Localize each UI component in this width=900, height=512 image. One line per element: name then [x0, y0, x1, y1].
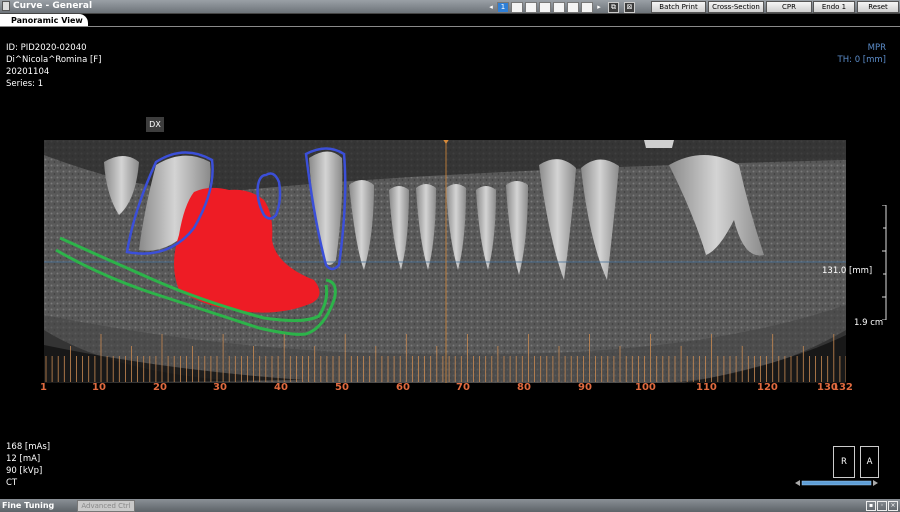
- page-7[interactable]: [581, 1, 593, 13]
- kvp-value: 90 [kVp]: [6, 466, 43, 476]
- window-icon: [2, 0, 10, 11]
- settings-icon[interactable]: ◦: [877, 501, 887, 511]
- page-4[interactable]: [539, 1, 551, 13]
- tick-120: 120: [757, 382, 778, 393]
- tick-100: 100: [635, 382, 656, 393]
- ma-value: 12 [mA]: [6, 454, 41, 464]
- advanced-ctrl-button[interactable]: Advanced Ctrl: [77, 500, 135, 512]
- patient-info: ID: PID2020-02040 Di^Nicola^Romina [F] 2…: [6, 42, 102, 90]
- view-info: MPR TH: 0 [mm]: [838, 42, 886, 66]
- bottom-bar: Fine Tuning Advanced Ctrl ▪ ◦ ×: [0, 499, 900, 512]
- cross-section-button[interactable]: Cross-Section: [708, 1, 764, 13]
- batch-print-button[interactable]: Batch Print: [651, 1, 706, 13]
- view-mode: MPR: [867, 43, 886, 53]
- series-number: Series: 1: [6, 79, 44, 89]
- close-layout-icon[interactable]: ⊠: [624, 1, 635, 13]
- thickness-slider[interactable]: [795, 479, 878, 487]
- tab-divider: [0, 26, 900, 27]
- mas-value: 168 [mAs]: [6, 442, 51, 452]
- tick-80: 80: [517, 382, 531, 393]
- page-5[interactable]: [553, 1, 565, 13]
- endo-button[interactable]: Endo 1: [813, 1, 855, 13]
- prev-page-icon[interactable]: ◂: [487, 2, 495, 12]
- dx-side-label: DX: [146, 117, 164, 132]
- acquisition-info: 168 [mAs] 12 [mA] 90 [kVp] CT: [6, 441, 50, 489]
- orientation-anterior: A: [860, 446, 879, 478]
- position-readout: 131.0 [mm]: [822, 266, 873, 276]
- cpr-button[interactable]: CPR: [766, 1, 812, 13]
- lock-icon[interactable]: ▪: [866, 501, 876, 511]
- reset-button[interactable]: Reset: [857, 1, 899, 13]
- patient-name: Di^Nicola^Romina [F]: [6, 55, 102, 65]
- tick-90: 90: [578, 382, 592, 393]
- page-6[interactable]: [567, 1, 579, 13]
- fine-tuning-label[interactable]: Fine Tuning: [2, 499, 54, 512]
- patient-id: ID: PID2020-02040: [6, 43, 87, 53]
- tick-70: 70: [456, 382, 470, 393]
- tick-30: 30: [213, 382, 227, 393]
- tick-40: 40: [274, 382, 288, 393]
- page-3[interactable]: [525, 1, 537, 13]
- window-title: Curve - General: [2, 0, 92, 13]
- orientation-right: R: [833, 446, 855, 478]
- ruler-ticks: [45, 334, 846, 382]
- modality: CT: [6, 478, 18, 488]
- tick-132: 132: [832, 382, 853, 393]
- tick-110: 110: [696, 382, 717, 393]
- close-icon[interactable]: ×: [888, 501, 898, 511]
- tick-1: 1: [40, 382, 47, 393]
- tick-50: 50: [335, 382, 349, 393]
- layout-icon[interactable]: ⧉: [608, 1, 619, 13]
- next-page-icon[interactable]: ▸: [595, 2, 603, 12]
- vertical-scale-bar: [882, 205, 887, 320]
- tick-10: 10: [92, 382, 106, 393]
- tick-60: 60: [396, 382, 410, 393]
- study-date: 20201104: [6, 67, 50, 77]
- page-navigation: ◂ 1 ▸ ⧉ ⊠: [487, 1, 635, 13]
- title-bar: Curve - General ◂ 1 ▸ ⧉ ⊠ Batch Print Cr…: [0, 0, 900, 14]
- slice-thickness: TH: 0 [mm]: [837, 55, 886, 65]
- tick-20: 20: [153, 382, 167, 393]
- page-2[interactable]: [511, 1, 523, 13]
- scale-readout: 1.9 cm: [854, 318, 884, 328]
- page-1[interactable]: 1: [497, 1, 509, 13]
